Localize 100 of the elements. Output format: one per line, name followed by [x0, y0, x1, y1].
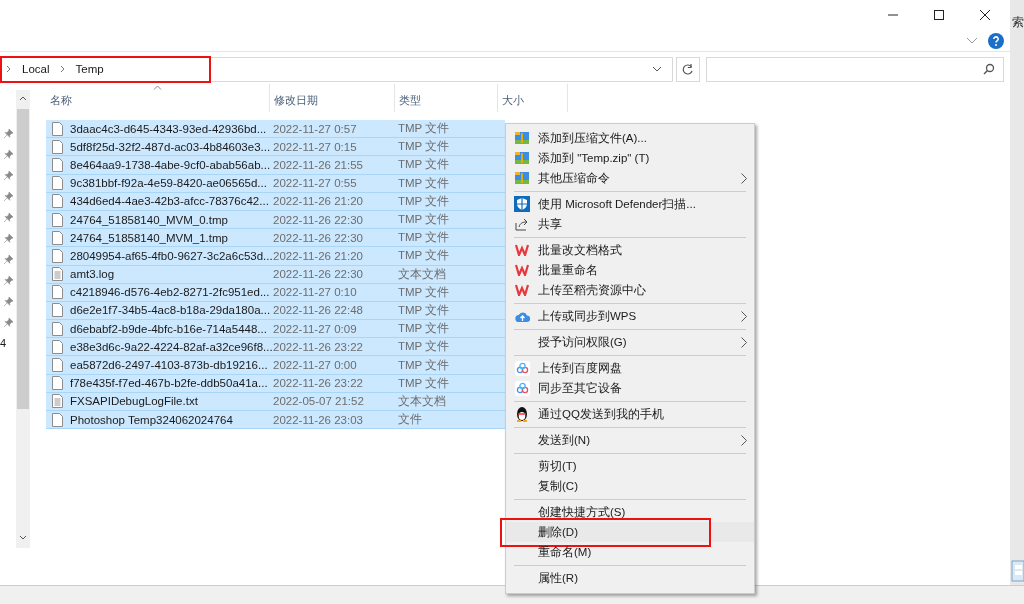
file-row[interactable]: Photoshop Temp324062024764 2022-11-26 23:03 文件 [46, 411, 505, 430]
file-name: 5df8f25d-32f2-487d-ac03-4b84603e3... [70, 140, 271, 153]
pin-icon[interactable] [3, 129, 13, 138]
chevron-down-icon[interactable] [966, 36, 978, 45]
date-cell-text: 2022-11-26 22:30 [272, 267, 364, 283]
menu-item[interactable]: 授予访问权限(G) [506, 332, 754, 352]
search-field[interactable] [706, 56, 1004, 82]
breadcrumb-item[interactable]: Temp [75, 63, 104, 75]
file-icon [52, 157, 63, 172]
scroll-down-icon[interactable] [19, 535, 27, 540]
file-row[interactable]: 8e464aa9-1738-4abe-9cf0-abab56ab... 2022-11-26 21:55 TMP 文件 [46, 156, 505, 175]
cloud-upload-icon [514, 309, 530, 323]
file-icon [52, 121, 63, 136]
search-icon [983, 63, 995, 75]
breadcrumb-bar[interactable]: Local Temp [0, 55, 211, 83]
maximize-button[interactable] [932, 8, 946, 22]
file-row[interactable]: 5df8f25d-32f2-487d-ac03-4b84603e3... 2022-11-27 0:15 TMP 文件 [46, 138, 505, 157]
scrollbar-thumb[interactable] [17, 109, 29, 409]
refresh-button[interactable] [676, 56, 700, 82]
type-cell-text: TMP 文件 [397, 212, 451, 228]
menu-item[interactable]: 上传或同步到WPS [506, 306, 754, 326]
file-icon [52, 376, 63, 391]
date-cell-text: 2022-11-26 23:03 [272, 412, 364, 428]
type-cell-text: TMP 文件 [397, 321, 451, 337]
file-name: amt3.log [70, 268, 115, 281]
file-icon [52, 303, 63, 318]
file-name: 3daac4c3-d645-4343-93ed-42936bd... [70, 122, 267, 135]
file-name: f78e435f-f7ed-467b-b2fe-ddb50a41a... [70, 377, 268, 390]
file-name: 24764_51858140_MVM_1.tmp [70, 231, 228, 244]
chevron-right-icon [59, 65, 66, 73]
menu-item[interactable]: 同步至其它设备 [506, 378, 754, 398]
date-cell-text: 2022-11-27 0:15 [272, 139, 358, 155]
menu-item[interactable]: 复制(C) [506, 476, 754, 496]
shield-icon [514, 196, 530, 212]
pin-icon[interactable] [3, 318, 13, 327]
file-icon [52, 358, 63, 373]
menu-item[interactable]: 上传到百度网盘 [506, 358, 754, 378]
type-cell-text: TMP 文件 [397, 248, 451, 264]
menu-item[interactable]: 添加到压缩文件(A)... [506, 128, 754, 148]
pin-icon[interactable] [3, 213, 13, 222]
menu-item[interactable]: 添加到 "Temp.zip" (T) [506, 148, 754, 168]
file-row[interactable]: e38e3d6c-9a22-4224-82af-a32ce96f8...2022-11-26 23:22 TMP 文件 [46, 338, 505, 357]
menu-item[interactable]: 使用 Microsoft Defender扫描... [506, 194, 754, 214]
pin-icon[interactable] [3, 192, 13, 201]
date-cell-text: 2022-05-07 21:52 [272, 394, 365, 410]
date-cell-text: 2022-11-26 23:22 [272, 376, 364, 392]
scroll-up-icon[interactable] [19, 96, 27, 101]
column-header[interactable]: 类型 [395, 93, 421, 108]
file-name: e38e3d6c-9a22-4224-82af-a32ce96f8... [70, 340, 273, 353]
file-name: FXSAPIDebugLogFile.txt [70, 395, 198, 408]
file-icon [52, 176, 63, 191]
file-row[interactable]: 24764_51858140_MVM_1.tmp 2022-11-26 22:30 TMP 文件 [46, 229, 505, 248]
file-row[interactable]: 3daac4c3-d645-4343-93ed-42936bd... 2022-11-27 0:57 TMP 文件 [46, 120, 505, 139]
file-row[interactable]: 28049954-af65-4fb0-9627-3c2a6c53d...2022-11-26 21:20 TMP 文件 [46, 247, 505, 266]
column-header[interactable]: 大小 [498, 93, 524, 108]
date-cell-text: 2022-11-27 0:57 [272, 121, 358, 137]
pin-icon[interactable] [3, 255, 13, 264]
menu-item[interactable]: 剪切(T) [506, 456, 754, 476]
dropdown-icon[interactable] [652, 66, 662, 72]
type-cell-text: TMP 文件 [397, 284, 451, 300]
menu-item[interactable]: 上传至稻壳资源中心 [506, 280, 754, 300]
menu-item[interactable]: 通过QQ发送到我的手机 [506, 404, 754, 424]
file-row[interactable]: d6ebabf2-b9de-4bfc-b16e-714a5448... 2022-11-27 0:09 TMP 文件 [46, 320, 505, 339]
pin-icon[interactable] [3, 234, 13, 243]
text-file-icon [52, 394, 63, 409]
file-icon [52, 321, 63, 336]
menu-item[interactable]: 重命名(M) [506, 542, 754, 562]
date-cell-text: 2022-11-26 22:30 [272, 212, 364, 228]
column-header[interactable]: 名称 [46, 93, 72, 108]
menu-item[interactable]: 发送到(N) [506, 430, 754, 450]
menu-item[interactable]: 批量重命名 [506, 260, 754, 280]
menu-item[interactable]: 创建快捷方式(S) [506, 502, 754, 522]
file-icon [52, 412, 63, 427]
pin-icon[interactable] [3, 297, 13, 306]
wps-icon [515, 264, 529, 276]
date-cell-text: 2022-11-26 22:48 [272, 303, 364, 319]
menu-item[interactable]: 共享 [506, 214, 754, 234]
menu-item[interactable]: 其他压缩命令 [506, 168, 754, 188]
menu-item[interactable]: 批量改文档格式 [506, 240, 754, 260]
file-name: d6ebabf2-b9de-4bfc-b16e-714a5448... [70, 322, 267, 335]
file-icon [52, 139, 63, 154]
column-header[interactable]: 修改日期 [270, 93, 318, 108]
file-icon [52, 285, 63, 300]
type-cell-text: 文件 [397, 412, 423, 428]
menu-item[interactable]: 属性(R) [506, 568, 754, 588]
help-icon[interactable] [988, 32, 1004, 49]
file-name: d6e2e1f7-34b5-4ac8-b18a-29da180a... [70, 304, 271, 317]
menu-item[interactable]: 删除(D) [506, 522, 754, 542]
date-cell-text: 2022-11-27 0:55 [272, 176, 358, 192]
pin-icon[interactable] [3, 150, 13, 159]
file-name: 9c381bbf-f92a-4e59-8420-ae06565d... [70, 177, 267, 190]
cloud-drive-icon [514, 380, 530, 396]
pin-icon[interactable] [3, 171, 13, 180]
close-button[interactable] [978, 8, 992, 22]
vertical-scrollbar[interactable] [16, 90, 30, 548]
file-row[interactable]: ea5872d6-2497-4103-873b-db19216... 2022-11-27 0:00 TMP 文件 [46, 356, 505, 375]
archive-icon [515, 171, 529, 185]
pin-icon[interactable] [3, 276, 13, 285]
breadcrumb-item[interactable]: Local [22, 63, 50, 75]
desktop-shortcut-icon[interactable] [1010, 559, 1024, 585]
